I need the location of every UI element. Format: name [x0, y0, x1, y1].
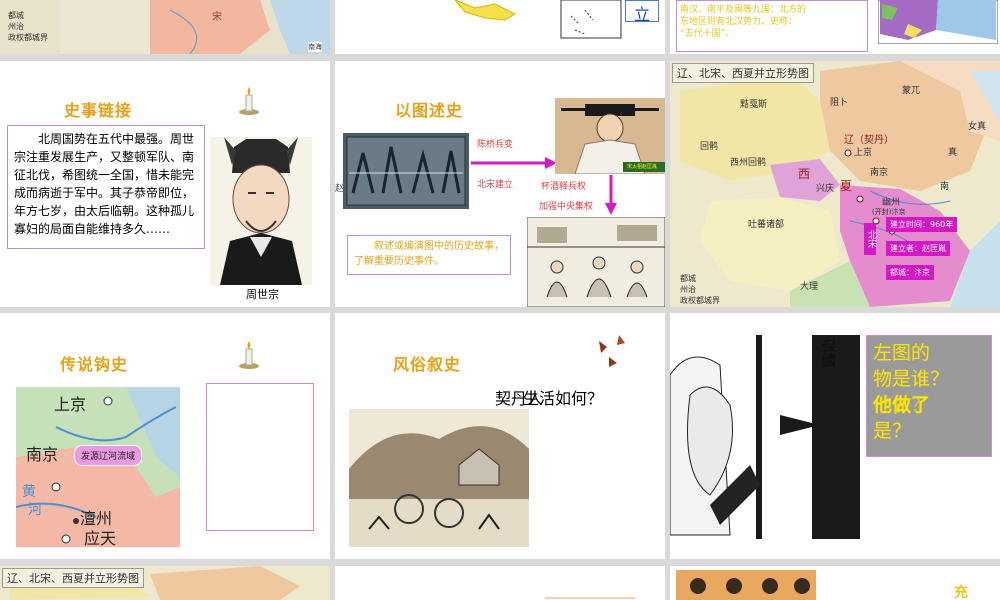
info-founder: 建立者：赵匡胤 — [886, 241, 950, 256]
slide-pictures-history[interactable]: 以图述史 赵 陈桥兵变 北宋建立 宋太祖赵匡胤 杯酒释兵权 加强中央集权 叙述或… — [335, 61, 665, 307]
slide-thumbnail-map-2[interactable]: 辽、北宋、西夏并立形势图 — [0, 566, 330, 600]
info-founded: 建立时间：960年 — [886, 217, 958, 232]
text-line: “五代十国”。 — [680, 29, 735, 39]
slide-thumbnail-2[interactable]: 立 — [335, 0, 665, 54]
slide-thumbnail-3[interactable]: 南汉、南平及闽等九国；北方的 东地区则有北汉势力。史称： “五代十国”。 — [670, 0, 1000, 54]
empty-textbox — [206, 383, 314, 531]
question-part: 如何？ — [555, 389, 604, 408]
question-text: 契丹人生活如何？ — [495, 385, 603, 409]
quiz-textbox: 左图的 物是谁？ 他做了 什么？ 是？ — [866, 335, 992, 457]
slide-quiz[interactable]: 保國 左图的 物是谁？ 他做了 什么？ 是？ — [670, 313, 1000, 559]
decorative-line — [545, 597, 635, 599]
map-label-huihu: 回鹘 — [700, 142, 719, 152]
map-sketch — [454, 0, 622, 39]
instruction-note: 叙述或编演图中的历史故事，了解重要历史事件。 — [347, 235, 511, 275]
map-label-nanjing: 南京 — [870, 168, 889, 178]
slide-heading: 风俗叙史 — [393, 355, 462, 374]
nomadic-life-drawing — [349, 409, 529, 547]
text-line: 南汉、南平及闽等九国；北方的 — [680, 5, 807, 15]
map-label-shangjing: 上京 — [854, 148, 873, 158]
banquet-drawing — [527, 217, 665, 307]
arrow-label-top: 杯酒释兵权 — [541, 182, 587, 192]
character-box: 立 — [625, 0, 659, 24]
map-label-yingtian: 应天 — [84, 529, 117, 548]
map-label-xia: 夏 — [840, 179, 853, 193]
quiz-line: 物是谁？ — [873, 368, 950, 390]
slide-heading: 史事链接 — [64, 101, 133, 120]
callout-bubble: 发源辽河流域 — [74, 445, 143, 466]
candle-icon — [239, 87, 259, 115]
text-panel: 南汉、南平及闽等九国；北方的 东地区则有北汉势力。史称： “五代十国”。 — [676, 0, 868, 52]
arrow-label-bottom: 北宋建立 — [477, 180, 514, 190]
slide-custom-history[interactable]: 风俗叙史 契丹人生活如何？ — [335, 313, 665, 559]
slide-thumbnail-figures[interactable]: 充 — [670, 566, 1000, 600]
map-label-xi: 西 — [798, 167, 811, 181]
arrow-down-icon — [605, 175, 617, 215]
arrow-label-bottom: 加强中央集权 — [539, 202, 594, 212]
slide-map-liao-song-xia[interactable]: 辽、北宋、西夏并立形势图 辽（契丹） 上京 南京 西 夏 兴庆 幽州 (开封)汴… — [670, 61, 1000, 307]
map-legend: 都城 州治 政权都城界 — [680, 273, 720, 306]
region-label: 宋 — [212, 12, 222, 23]
corner-label: 南海 — [308, 42, 322, 52]
map-label-beisong: 北宋 — [864, 223, 876, 255]
side-char: 赵 — [335, 184, 345, 194]
map-label-bianjing: (开封)汴京 — [872, 208, 906, 216]
engraving-chenqiao-image — [343, 133, 469, 209]
quiz-line: 是？ — [873, 420, 912, 442]
slide-thumbnail-blank[interactable] — [335, 566, 665, 600]
legend-item: 都城 — [680, 274, 696, 283]
legend-item: 州治 — [680, 285, 696, 294]
map-label-zubu: 阻卜 — [830, 98, 849, 108]
map-label-xizhou: 西州回鹘 — [730, 158, 767, 168]
map-label-nanjing: 南京 — [26, 445, 59, 464]
quiz-overlap: 他做了 什么？ — [873, 392, 985, 418]
map-title: 辽、北宋、西夏并立形势图 — [2, 568, 144, 588]
info-capital: 都城：汴京 — [886, 265, 934, 280]
map-label-liao: 辽（契丹） — [844, 135, 894, 146]
map-label-huang: 黄 — [22, 484, 36, 500]
banner-side-text: 保國 — [820, 339, 836, 367]
legend-item: 政权都城界 — [8, 33, 48, 42]
map-label-he: 河 — [28, 502, 42, 518]
portrait-caption: 周世宗 — [246, 288, 279, 301]
legend-item: 州治 — [8, 22, 24, 31]
quiz-line: 什么？ — [873, 394, 931, 416]
slide-heading: 传说钩史 — [60, 355, 129, 374]
slide-history-link[interactable]: 史事链接 北周国势在五代中最强。周世宗注重发展生产，又整顿军队、南征北伐，希图统… — [0, 61, 330, 307]
map-thumbnail — [878, 0, 998, 44]
corner-char: 充 — [954, 585, 968, 600]
map-label-dali: 大理 — [800, 282, 819, 292]
slide-heading: 以图述史 — [395, 101, 464, 120]
map-label-shangjing: 上京 — [54, 395, 87, 414]
map-label-nv: 女真 — [968, 122, 987, 132]
butterfly-icon — [599, 335, 625, 367]
map-image — [0, 0, 330, 54]
arrow-label-top: 陈桥兵变 — [477, 140, 514, 150]
legend-item: 政权都城界 — [680, 296, 720, 305]
map-label-zhen: 真 — [948, 148, 958, 158]
candle-icon — [239, 341, 259, 369]
map-label-mengwu: 蒙兀 — [902, 86, 921, 96]
portrait-zhou-shizong — [210, 137, 312, 285]
history-textbox: 北周国势在五代中最强。周世宗注重发展生产，又整顿军队、南征北伐，希图统一全国，惜… — [7, 125, 205, 249]
arrow-right-icon — [471, 157, 557, 169]
figures-drawing — [676, 570, 816, 600]
quiz-line: 左图的 — [873, 342, 931, 364]
slide-thumbnail-1[interactable]: 宋 都城 州治 政权都城界 南海 — [0, 0, 330, 54]
slide-legend-history[interactable]: 传说钩史 上京 南京 澶州 应天 黄 河 发源辽河流域 — [0, 313, 330, 559]
map-label-tubo: 吐蕃诸部 — [748, 220, 785, 230]
text-line: 东地区则有北汉势力。史称： — [680, 17, 798, 27]
legend-item: 都城 — [8, 11, 24, 20]
map-legend: 都城 州治 政权都城界 — [8, 10, 48, 43]
map-label-xingqing: 兴庆 — [816, 184, 835, 194]
map-label-nan: 南 — [940, 182, 950, 192]
question-part: 生活 — [523, 389, 556, 408]
portrait-tag: 宋太祖赵匡胤 — [625, 163, 660, 170]
map-title: 辽、北宋、西夏并立形势图 — [672, 63, 814, 83]
slide-sorter-grid: 宋 都城 州治 政权都城界 南海 立 南汉、南平及闽等九国；北方的 东地区则有北… — [0, 0, 1000, 600]
map-label-jiashi: 黠戛斯 — [740, 100, 768, 110]
